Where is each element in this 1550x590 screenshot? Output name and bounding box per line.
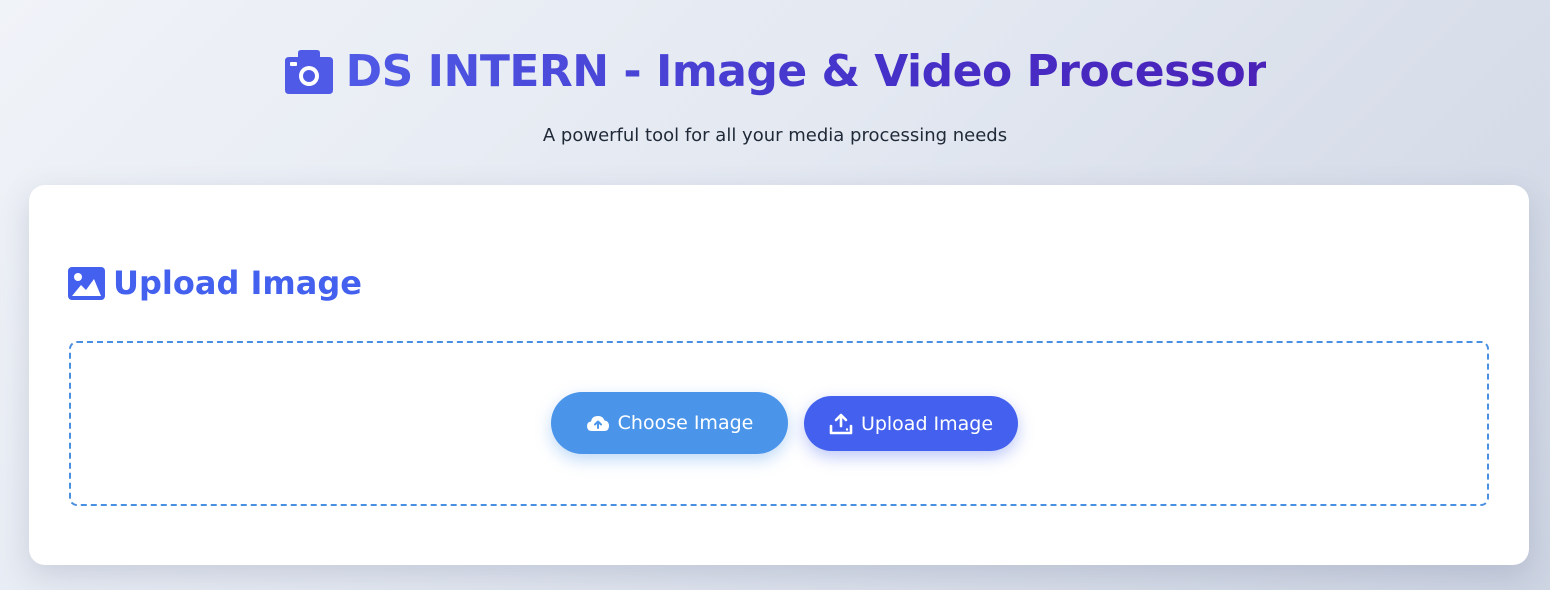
- image-dropzone[interactable]: Choose Image Upload Image: [69, 341, 1489, 506]
- app-subtitle: A powerful tool for all your media proce…: [542, 125, 1008, 146]
- image-icon: [68, 266, 105, 300]
- upload-card: Upload Image Choose Image Upload Image: [29, 185, 1529, 565]
- upload-icon: [829, 413, 853, 434]
- upload-image-button[interactable]: Upload Image: [804, 396, 1018, 451]
- upload-image-label: Upload Image: [860, 412, 994, 435]
- camera-icon: [284, 50, 333, 94]
- upload-section-title-text: Upload Image: [113, 264, 362, 302]
- choose-image-label: Choose Image: [617, 412, 754, 434]
- app-title: DS INTERN - Image & Video Processor: [0, 40, 1550, 104]
- cloud-upload-icon: [586, 416, 609, 431]
- app-title-text: DS INTERN - Image & Video Processor: [346, 40, 1267, 104]
- choose-image-button[interactable]: Choose Image: [551, 392, 788, 454]
- upload-section-title: Upload Image: [68, 261, 362, 305]
